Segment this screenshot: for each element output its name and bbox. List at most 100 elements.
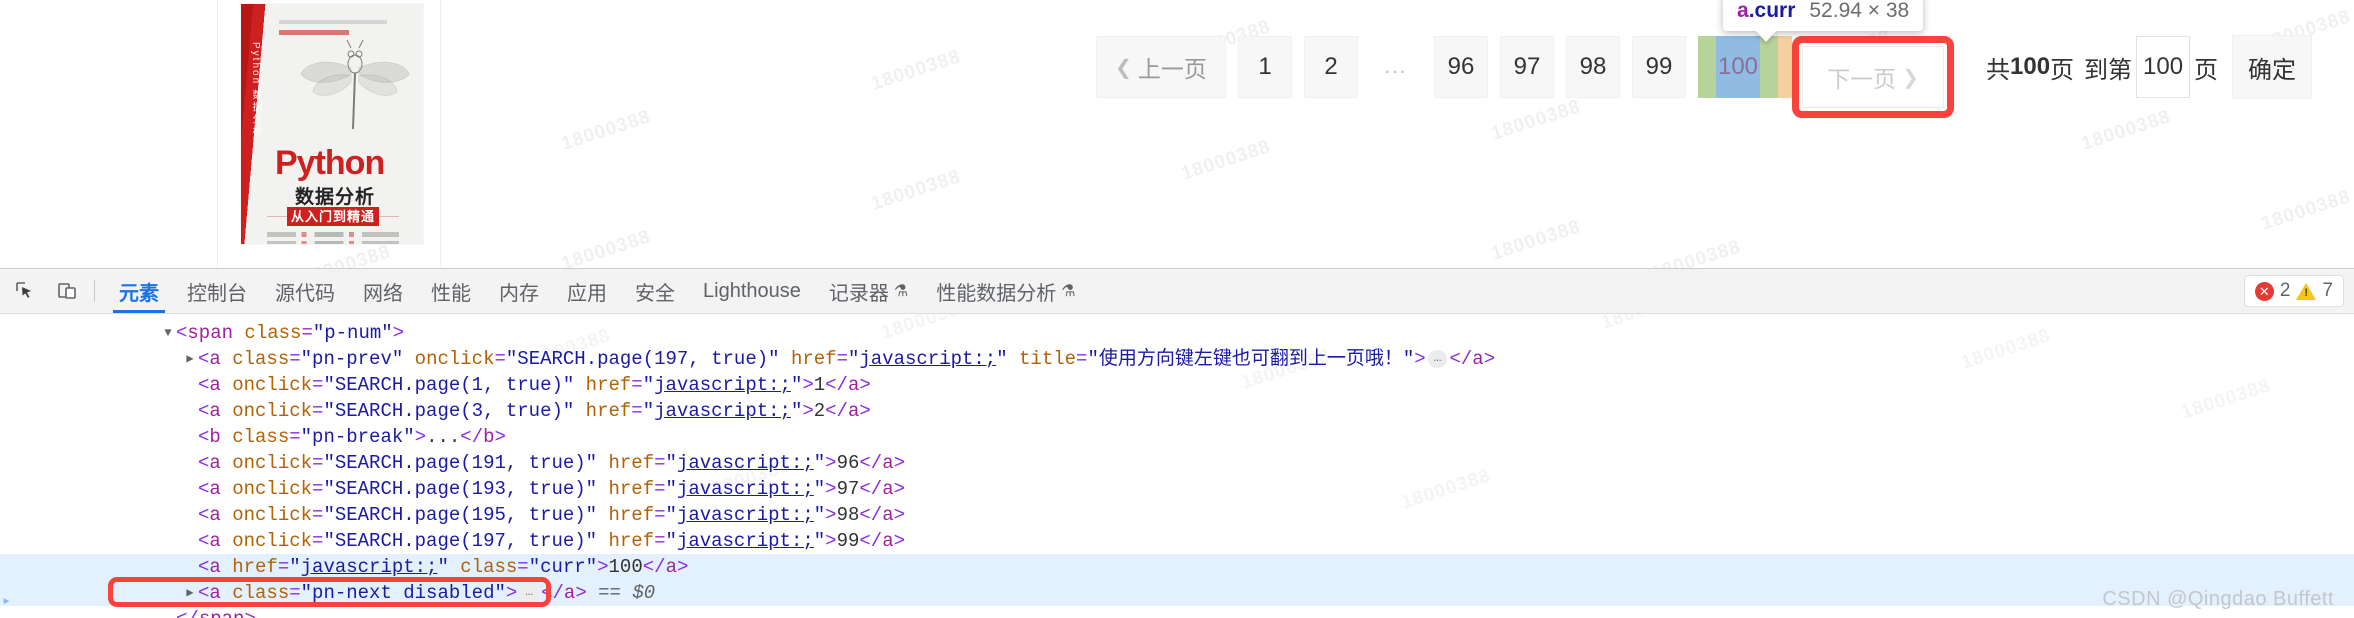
code-token-tag: a — [209, 556, 221, 578]
page-jump-input[interactable] — [2136, 36, 2191, 98]
code-token-attr: href — [597, 452, 655, 474]
code-token-tag: a — [209, 582, 221, 605]
code-token-br: </ — [541, 582, 564, 605]
tab-label: 记录器 — [828, 282, 889, 305]
code-token-br: = — [517, 556, 529, 578]
pagination-page-2[interactable]: 2 — [1304, 36, 1358, 98]
product-card[interactable]: 代码整洁之道(异步图书出品) Python 数据分析 — [217, 0, 441, 268]
flask-icon: ⚗ — [1061, 283, 1076, 300]
pagination-page-98[interactable]: 98 — [1566, 36, 1620, 98]
pagination-page-1[interactable]: 1 — [1238, 36, 1292, 98]
code-token-attr: href — [597, 478, 655, 500]
code-token-br: < — [198, 426, 210, 448]
tab-security[interactable]: 安全 — [621, 269, 689, 313]
chevron-right-icon: ❯ — [1902, 66, 1919, 89]
tab-application[interactable]: 应用 — [553, 269, 621, 313]
code-token-tag: a — [882, 478, 894, 500]
code-token-br: </ — [176, 608, 199, 618]
code-token-attr: onclick — [220, 452, 313, 474]
pagination-next-button[interactable]: 下一页 ❯ — [1802, 46, 1944, 108]
pagination-current-page-highlight[interactable]: 100 — [1698, 36, 1778, 98]
code-token-attr: class — [233, 322, 302, 345]
code-token-br: > — [802, 374, 814, 396]
dom-tree-view[interactable]: <span class="p-num"><a class="pn-prev" o… — [0, 314, 2354, 618]
tab-sources[interactable]: 源代码 — [261, 269, 349, 313]
tab-recorder[interactable]: 记录器 ⚗ — [815, 269, 922, 313]
tab-performance[interactable]: 性能 — [417, 269, 485, 313]
code-token-br: = — [494, 348, 506, 371]
element-inspect-tooltip: a.curr 52.94 × 38 — [1723, 0, 1924, 42]
chevron-left-icon: ❮ — [1115, 56, 1132, 79]
code-token-val: "SEARCH.page(197, true)" — [323, 530, 598, 552]
total-suffix-label: 页 — [2050, 56, 2075, 84]
code-token-tag: a — [209, 504, 221, 526]
code-token-br: = — [1076, 348, 1088, 371]
page-watermark: 18000388 — [1488, 96, 1584, 145]
dom-tree-row[interactable]: <a href="javascript:;" class="curr">100<… — [0, 554, 2354, 580]
issues-counter[interactable]: ✕ 2 7 — [2243, 275, 2344, 307]
tab-console[interactable]: 控制台 — [173, 269, 261, 313]
chevron-right-icon[interactable] — [182, 346, 198, 372]
collapsed-children-ellipsis[interactable]: … — [519, 584, 540, 602]
code-token-br: </ — [825, 374, 848, 396]
code-token-br: > — [825, 478, 837, 500]
pagination-page-97[interactable]: 97 — [1500, 36, 1554, 98]
code-token-br: = — [277, 556, 290, 578]
pagination-summary: 共 100 页 到第 页 确定 — [1986, 35, 2313, 99]
dom-tree-row[interactable]: ▸<a class="pn-next disabled">…</a> == $0 — [0, 577, 2354, 610]
code-token-tag: a — [209, 400, 221, 422]
dom-tree-row[interactable]: <a onclick="SEARCH.page(197, true)" href… — [0, 528, 2354, 554]
code-token-val: " — [642, 374, 655, 396]
page-jump-confirm-button[interactable]: 确定 — [2232, 35, 2313, 99]
dom-tree-row[interactable]: <a onclick="SEARCH.page(1, true)" href="… — [0, 372, 2354, 398]
dom-tree-row[interactable]: <a onclick="SEARCH.page(193, true)" href… — [0, 476, 2354, 502]
box-model-padding: 100 — [1698, 36, 1778, 98]
pagination-prev-label: 上一页 — [1137, 56, 1207, 82]
pagination-page-99[interactable]: 99 — [1632, 36, 1686, 98]
code-token-br: = — [631, 374, 643, 396]
tab-lighthouse[interactable]: Lighthouse — [689, 269, 815, 313]
dom-tree-row[interactable]: <a onclick="SEARCH.page(191, true)" href… — [0, 450, 2354, 476]
dom-tree-row[interactable]: <b class="pn-break">...</b> — [0, 424, 2354, 450]
device-toolbar-icon[interactable] — [50, 274, 84, 308]
tab-performance-insights[interactable]: 性能数据分析 ⚗ — [922, 269, 1089, 313]
code-token-tag: a — [209, 374, 221, 396]
code-token-val: " — [437, 556, 449, 578]
code-token-link: javascript:; — [676, 504, 814, 526]
code-token-val: "SEARCH.page(3, true)" — [323, 400, 575, 422]
dom-tree-row[interactable]: <a onclick="SEARCH.page(195, true)" href… — [0, 502, 2354, 528]
inspect-cursor-icon[interactable] — [8, 274, 42, 308]
dom-tree-row[interactable]: <span class="p-num"> — [0, 320, 2354, 346]
code-token-br: > — [802, 400, 814, 422]
code-token-br: </ — [1449, 348, 1473, 371]
code-token-br: < — [198, 530, 210, 552]
pagination-page-96[interactable]: 96 — [1434, 36, 1488, 98]
code-token-br: > — [825, 504, 837, 526]
chevron-right-icon[interactable] — [182, 580, 198, 606]
code-token-val: " — [665, 478, 677, 500]
code-token-val: " — [813, 504, 826, 526]
book-cover-image[interactable]: Python 数据分析 Python 数据分析 从入门到精通 — [241, 4, 423, 244]
chevron-down-icon[interactable] — [160, 320, 176, 346]
dom-tree-row[interactable]: </span> — [0, 606, 2354, 618]
code-token-br: = — [312, 478, 324, 500]
devtools-status-area: ✕ 2 7 — [2243, 269, 2344, 313]
tab-memory[interactable]: 内存 — [485, 269, 553, 313]
code-token-attr: href — [574, 400, 632, 422]
pagination-prev-button[interactable]: ❮ 上一页 — [1096, 36, 1226, 98]
collapsed-children-ellipsis[interactable]: … — [1427, 350, 1448, 368]
code-token-attr: onclick — [220, 530, 313, 552]
code-token-br: > — [392, 322, 405, 345]
tab-elements[interactable]: 元素 — [105, 269, 173, 313]
code-token-br: > — [414, 426, 427, 448]
code-token-attr: onclick — [220, 400, 313, 422]
dom-tree-row[interactable]: <a onclick="SEARCH.page(3, true)" href="… — [0, 398, 2354, 424]
code-token-tag: span — [187, 322, 234, 345]
dom-tree-row[interactable]: <a class="pn-prev" onclick="SEARCH.page(… — [0, 346, 2354, 372]
pagination-current-page[interactable]: 100 — [1716, 36, 1760, 98]
tab-network[interactable]: 网络 — [349, 269, 417, 313]
tooltip-arrow — [1755, 30, 1777, 42]
code-token-attr: onclick — [220, 478, 313, 500]
code-token-br: </ — [642, 556, 666, 578]
code-token-br: < — [198, 504, 210, 526]
